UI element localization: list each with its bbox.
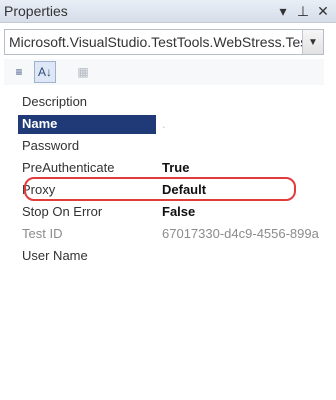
- dropdown-icon[interactable]: ▾: [274, 2, 292, 20]
- property-value[interactable]: True: [162, 160, 332, 175]
- property-row-stop-on-error[interactable]: Stop On Error False: [4, 202, 336, 224]
- title-bar: Properties ▾ ⊥ ✕: [0, 0, 336, 23]
- property-label: Description: [22, 94, 88, 109]
- property-label: Test ID: [22, 226, 63, 241]
- property-value[interactable]: False: [162, 204, 332, 219]
- proxy-highlight-annotation: [24, 177, 296, 201]
- property-value[interactable]: .: [162, 116, 332, 131]
- alphabetical-icon[interactable]: A↓: [34, 61, 56, 83]
- properties-window: Properties ▾ ⊥ ✕ Microsoft.VisualStudio.…: [0, 0, 336, 400]
- property-row-password[interactable]: Password: [4, 136, 336, 158]
- property-pages-icon[interactable]: ▦: [72, 61, 94, 83]
- close-icon[interactable]: ✕: [314, 2, 332, 20]
- property-row-name[interactable]: Name .: [4, 114, 336, 136]
- object-selector[interactable]: Microsoft.VisualStudio.TestTools.WebStre…: [4, 29, 324, 55]
- property-row-description[interactable]: Description: [4, 92, 336, 114]
- categorized-icon[interactable]: ≡: [8, 61, 30, 83]
- property-label: Password: [22, 138, 80, 153]
- chevron-down-icon[interactable]: ▼: [302, 30, 323, 54]
- property-row-test-id[interactable]: Test ID 67017330-d4c9-4556-899a: [4, 224, 336, 246]
- property-label: PreAuthenticate: [22, 160, 115, 175]
- pin-icon[interactable]: ⊥: [294, 2, 312, 20]
- property-value[interactable]: 67017330-d4c9-4556-899a: [162, 226, 332, 241]
- property-label: User Name: [22, 248, 88, 263]
- object-selector-value: Microsoft.VisualStudio.TestTools.WebStre…: [9, 34, 305, 50]
- property-label: Stop On Error: [22, 204, 103, 219]
- property-label: Name: [22, 116, 58, 131]
- properties-toolbar: ≡ A↓ ▦: [4, 59, 324, 85]
- window-title: Properties: [4, 3, 68, 19]
- property-row-user-name[interactable]: User Name: [4, 246, 336, 268]
- property-grid: Description Name . Password PreAuthentic…: [4, 92, 336, 392]
- title-bar-controls: ▾ ⊥ ✕: [274, 2, 332, 20]
